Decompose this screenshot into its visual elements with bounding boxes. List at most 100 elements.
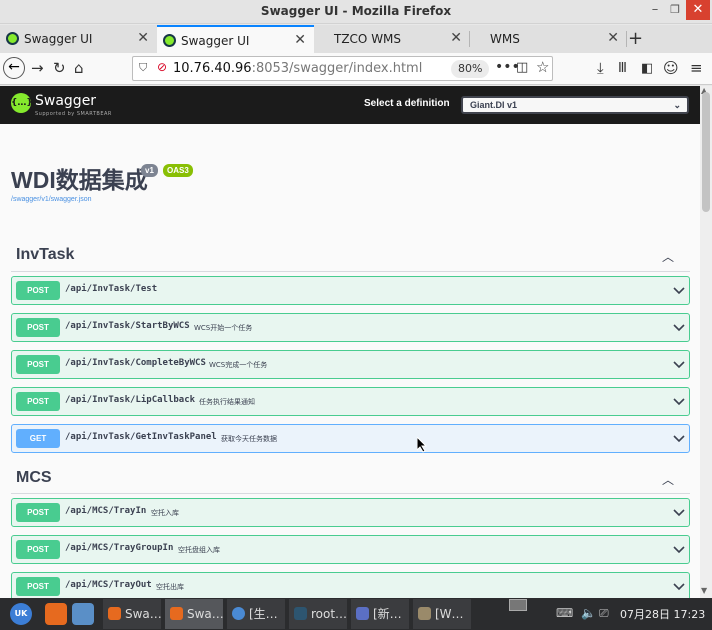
- sidebar-icon[interactable]: ◧: [641, 61, 653, 76]
- method-badge: POST: [16, 355, 60, 374]
- account-icon[interactable]: ☺: [663, 59, 679, 77]
- editor-icon: [356, 607, 369, 620]
- definition-select[interactable]: Giant.DI v1 ⌄: [461, 96, 689, 114]
- reload-icon[interactable]: ↻: [53, 59, 66, 77]
- tab-wms[interactable]: WMS ✕: [470, 25, 627, 53]
- page-viewport: {…} Swagger Supported by SMARTBEAR Selec…: [0, 86, 700, 598]
- network-icon[interactable]: ⎚: [599, 606, 609, 621]
- insecure-lock-icon[interactable]: ⊘: [157, 60, 167, 74]
- scrollbar-thumb[interactable]: [702, 92, 710, 212]
- swagger-logo-icon[interactable]: {…}: [11, 93, 33, 113]
- keyboard-icon[interactable]: ⌨: [556, 606, 573, 620]
- minimize-button[interactable]: –: [644, 0, 666, 20]
- back-button[interactable]: ←: [3, 57, 25, 79]
- maximize-button[interactable]: ❐: [664, 0, 686, 20]
- display-preview-icon[interactable]: [509, 599, 527, 611]
- tab-tzco-wms[interactable]: TZCO WMS ✕: [314, 25, 470, 53]
- close-window-button[interactable]: ✕: [686, 0, 710, 20]
- taskbar-item-label: [W…: [435, 607, 464, 621]
- version-badge: v1: [141, 164, 158, 177]
- operation-summary: 空托盘组入库: [178, 546, 220, 554]
- close-tab-icon[interactable]: ✕: [137, 30, 149, 46]
- url-host: 10.76.40.96: [173, 61, 252, 76]
- operation-invtask-startbywcs[interactable]: POST /api/InvTask/StartByWCS WCS开始一个任务: [11, 313, 690, 342]
- collapse-mcs-icon[interactable]: ︿: [662, 471, 674, 488]
- operation-path: /api/InvTask/Test: [65, 284, 158, 294]
- chevron-down-icon[interactable]: [671, 393, 687, 409]
- method-badge: POST: [16, 392, 60, 411]
- operation-path: /api/InvTask/StartByWCS: [65, 321, 190, 331]
- chevron-down-icon[interactable]: [671, 319, 687, 335]
- taskbar-item-folder[interactable]: [W…: [413, 599, 471, 629]
- start-menu-button[interactable]: UK: [10, 603, 32, 625]
- swagger-logo-text[interactable]: Swagger: [35, 93, 96, 109]
- tab-swagger-ui-2[interactable]: Swagger UI ✕: [157, 25, 314, 53]
- close-tab-icon[interactable]: ✕: [294, 32, 306, 48]
- volume-icon[interactable]: 🔈: [581, 606, 596, 620]
- os-taskbar: UK Swa… Swa… [生… root… [新… [W… ⌨ 🔈 ⎚ 07月…: [0, 598, 712, 630]
- close-tab-icon[interactable]: ✕: [450, 30, 462, 46]
- tag-title-mcs[interactable]: MCS: [16, 469, 52, 487]
- tracking-shield-icon[interactable]: ⛉: [139, 61, 147, 75]
- operation-mcs-traygroupin[interactable]: POST /api/MCS/TrayGroupIn 空托盘组入库: [11, 535, 690, 564]
- operation-mcs-trayin[interactable]: POST /api/MCS/TrayIn 空托入库: [11, 498, 690, 527]
- chevron-down-icon[interactable]: [671, 541, 687, 557]
- tab-label: Swagger UI: [181, 34, 250, 48]
- method-badge: POST: [16, 577, 60, 596]
- home-icon[interactable]: ⌂: [74, 59, 84, 77]
- terminal-icon: [294, 607, 307, 620]
- page-scrollbar[interactable]: ▲ ▼: [700, 86, 712, 598]
- taskbar-item-browser[interactable]: [生…: [227, 599, 285, 629]
- operation-invtask-test[interactable]: POST /api/InvTask/Test: [11, 276, 690, 305]
- chevron-down-icon[interactable]: [671, 282, 687, 298]
- url-path: :8053/swagger/index.html: [251, 61, 423, 76]
- operation-invtask-lipcallback[interactable]: POST /api/InvTask/LipCallback 任务执行结果通知: [11, 387, 690, 416]
- taskbar-item-label: [生…: [249, 607, 278, 621]
- chevron-down-icon[interactable]: [671, 578, 687, 594]
- swagger-icon: [6, 32, 19, 45]
- taskbar-item-swagger-1[interactable]: Swa…: [103, 599, 161, 629]
- operation-path: /api/InvTask/CompleteByWCS: [65, 358, 206, 368]
- chevron-down-icon[interactable]: [671, 430, 687, 446]
- taskbar-clock[interactable]: 07月28日 17:23: [620, 606, 705, 622]
- operation-path: /api/MCS/TrayIn: [65, 506, 147, 516]
- scroll-down-icon[interactable]: ▼: [701, 586, 707, 595]
- mouse-cursor-icon: [417, 437, 427, 453]
- files-launcher-icon[interactable]: [72, 603, 94, 625]
- tag-divider: [11, 271, 690, 272]
- close-tab-icon[interactable]: ✕: [607, 30, 619, 46]
- taskbar-item-terminal[interactable]: root…: [289, 599, 347, 629]
- library-icon[interactable]: Ⅲ: [618, 61, 627, 76]
- firefox-launcher-icon[interactable]: [45, 603, 67, 625]
- downloads-icon[interactable]: ⤓: [597, 59, 604, 77]
- operation-summary: WCS完成一个任务: [209, 361, 268, 369]
- method-badge: POST: [16, 318, 60, 337]
- menu-icon[interactable]: ≡: [690, 59, 703, 77]
- new-tab-button[interactable]: +: [628, 28, 643, 49]
- tag-divider: [11, 493, 690, 494]
- oas-badge: OAS3: [163, 164, 193, 177]
- forward-icon[interactable]: →: [31, 59, 44, 77]
- operation-invtask-completebywcs[interactable]: POST /api/InvTask/CompleteByWCS WCS完成一个任…: [11, 350, 690, 379]
- address-bar[interactable]: ⛉ ⊘ 10.76.40.96:8053/swagger/index.html …: [132, 56, 553, 81]
- operation-invtask-getinvtaskpanel[interactable]: GET /api/InvTask/GetInvTaskPanel 获取今天任务数…: [11, 424, 690, 453]
- window-titlebar: Swagger UI - Mozilla Firefox – ❐ ✕: [0, 0, 712, 24]
- tag-title-invtask[interactable]: InvTask: [16, 246, 74, 264]
- taskbar-item-label: Swa…: [187, 607, 223, 621]
- operation-mcs-trayout[interactable]: POST /api/MCS/TrayOut 空托出库: [11, 572, 690, 598]
- spec-link[interactable]: /swagger/v1/swagger.json: [11, 196, 92, 203]
- operation-summary: WCS开始一个任务: [194, 324, 253, 332]
- bookmark-star-icon[interactable]: ☆: [536, 58, 549, 76]
- operation-summary: 空托入库: [151, 509, 179, 517]
- method-badge: GET: [16, 429, 60, 448]
- zoom-level-badge[interactable]: 80%: [451, 60, 490, 78]
- tab-swagger-ui-1[interactable]: Swagger UI ✕: [0, 25, 157, 53]
- collapse-invtask-icon[interactable]: ︿: [662, 248, 674, 265]
- tab-strip: Swagger UI ✕ Swagger UI ✕ TZCO WMS ✕ WMS…: [0, 25, 712, 53]
- taskbar-item-swagger-2[interactable]: Swa…: [165, 599, 223, 629]
- chevron-down-icon[interactable]: [671, 504, 687, 520]
- url-text[interactable]: 10.76.40.96:8053/swagger/index.html: [173, 61, 422, 76]
- chevron-down-icon[interactable]: [671, 356, 687, 372]
- pocket-icon[interactable]: ◫: [516, 60, 528, 75]
- taskbar-item-editor[interactable]: [新…: [351, 599, 409, 629]
